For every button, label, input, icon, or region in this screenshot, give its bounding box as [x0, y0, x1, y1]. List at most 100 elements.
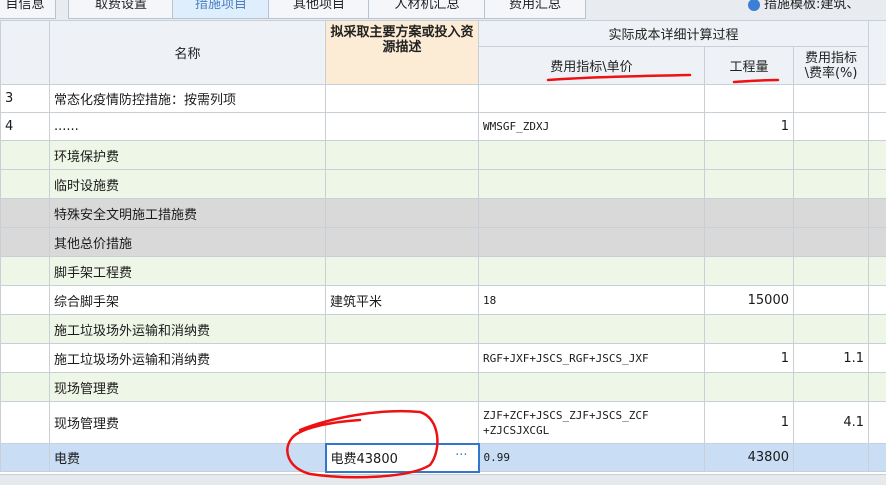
header-name[interactable]: 名称: [50, 21, 326, 85]
row-fee-rate[interactable]: [794, 315, 869, 344]
row-quantity[interactable]: [705, 257, 794, 286]
row-fee-rate[interactable]: [794, 170, 869, 199]
header-quantity[interactable]: 工程量: [705, 47, 794, 85]
row-fee-rate[interactable]: [794, 286, 869, 315]
table-row[interactable]: 施工垃圾场外运输和消纳费: [1, 315, 886, 344]
row-number: [1, 228, 50, 257]
row-fee-index[interactable]: 18: [479, 286, 705, 315]
row-quantity[interactable]: 1: [705, 402, 794, 444]
row-fee-index[interactable]: [479, 199, 705, 228]
horizontal-scrollbar[interactable]: [0, 474, 886, 485]
row-quantity[interactable]: 43800: [705, 444, 794, 472]
row-fee-rate[interactable]: [794, 228, 869, 257]
row-description[interactable]: 建筑平米: [326, 286, 479, 315]
table-row[interactable]: 现场管理费 ZJF+ZCF+JSCS_ZJF+JSCS_ZCF +ZJCSJXC…: [1, 402, 886, 444]
row-name[interactable]: 施工垃圾场外运输和消纳费: [50, 344, 326, 373]
row-filler: [869, 228, 886, 257]
row-name[interactable]: 环境保护费: [50, 141, 326, 170]
table-row[interactable]: 3 常态化疫情防控措施：按需列项: [1, 85, 886, 113]
row-description[interactable]: [326, 257, 479, 286]
header-plan-description[interactable]: 拟采取主要方案或投入资源描述: [326, 21, 479, 85]
tab-labor-material-summary[interactable]: 人材机汇总: [368, 0, 486, 19]
row-fee-index[interactable]: [479, 141, 705, 170]
row-quantity[interactable]: [705, 199, 794, 228]
row-fee-index[interactable]: WMSGF_ZDXJ: [479, 113, 705, 141]
row-number: [1, 286, 50, 315]
tab-fee-settings[interactable]: 取费设置: [68, 0, 174, 19]
row-name[interactable]: 综合脚手架: [50, 286, 326, 315]
template-radio-icon: [748, 0, 760, 11]
row-description[interactable]: [326, 85, 479, 113]
row-quantity[interactable]: [705, 315, 794, 344]
row-filler: [869, 85, 886, 113]
table-row[interactable]: 环境保护费: [1, 141, 886, 170]
tab-other-items[interactable]: 其他项目: [268, 0, 370, 19]
row-fee-rate[interactable]: 4.1: [794, 402, 869, 444]
row-fee-index[interactable]: [479, 228, 705, 257]
row-name[interactable]: 常态化疫情防控措施：按需列项: [50, 85, 326, 113]
row-fee-index[interactable]: ZJF+ZCF+JSCS_ZJF+JSCS_ZCF +ZJCSJXCGL: [479, 402, 705, 444]
row-fee-index[interactable]: RGF+JXF+JSCS_RGF+JSCS_JXF: [479, 344, 705, 373]
more-options-button[interactable]: ···: [455, 448, 467, 463]
table-row[interactable]: 综合脚手架 建筑平米 18 15000: [1, 286, 886, 315]
table-row[interactable]: 4 ...... WMSGF_ZDXJ 1: [1, 113, 886, 141]
row-description[interactable]: [326, 315, 479, 344]
row-description[interactable]: [326, 373, 479, 402]
table-row[interactable]: 临时设施费: [1, 170, 886, 199]
row-description-editing[interactable]: 电费43800 ···: [326, 444, 479, 472]
table-row[interactable]: 脚手架工程费: [1, 257, 886, 286]
row-name[interactable]: 现场管理费: [50, 402, 326, 444]
row-quantity[interactable]: [705, 170, 794, 199]
header-fee-index[interactable]: 费用指标\单价: [479, 47, 705, 85]
row-fee-index[interactable]: [479, 85, 705, 113]
row-fee-rate[interactable]: [794, 444, 869, 472]
tab-measures[interactable]: 措施项目: [172, 0, 270, 19]
row-description[interactable]: [326, 199, 479, 228]
row-name[interactable]: 现场管理费: [50, 373, 326, 402]
row-quantity[interactable]: 1: [705, 344, 794, 373]
row-name[interactable]: 其他总价措施: [50, 228, 326, 257]
row-description[interactable]: [326, 141, 479, 170]
table-row[interactable]: 其他总价措施: [1, 228, 886, 257]
row-quantity[interactable]: [705, 85, 794, 113]
header-fee-rate[interactable]: 费用指标\费率(%): [794, 47, 869, 85]
row-name[interactable]: 临时设施费: [50, 170, 326, 199]
measure-template-selector[interactable]: 措施模板:建筑、: [748, 0, 859, 18]
table-row-selected[interactable]: 电费 电费43800 ··· 0.99 43800: [1, 444, 886, 472]
row-fee-index[interactable]: [479, 373, 705, 402]
row-fee-index[interactable]: [479, 315, 705, 344]
row-quantity[interactable]: 15000: [705, 286, 794, 315]
row-fee-index[interactable]: [479, 170, 705, 199]
row-description[interactable]: [326, 228, 479, 257]
row-description[interactable]: [326, 402, 479, 444]
row-description[interactable]: [326, 170, 479, 199]
row-fee-rate[interactable]: [794, 373, 869, 402]
row-fee-index[interactable]: [479, 257, 705, 286]
row-fee-rate[interactable]: [794, 199, 869, 228]
row-name[interactable]: ......: [50, 113, 326, 141]
row-name[interactable]: 特殊安全文明施工措施费: [50, 199, 326, 228]
row-description[interactable]: [326, 113, 479, 141]
tab-project-info[interactable]: 目信息: [0, 0, 56, 19]
row-name[interactable]: 脚手架工程费: [50, 257, 326, 286]
row-name[interactable]: 电费: [50, 444, 326, 472]
row-fee-rate[interactable]: 1.1: [794, 344, 869, 373]
row-quantity[interactable]: 1: [705, 113, 794, 141]
row-name[interactable]: 施工垃圾场外运输和消纳费: [50, 315, 326, 344]
row-fee-rate[interactable]: [794, 113, 869, 141]
row-fee-rate[interactable]: [794, 85, 869, 113]
row-description[interactable]: [326, 344, 479, 373]
table-row[interactable]: 施工垃圾场外运输和消纳费 RGF+JXF+JSCS_RGF+JSCS_JXF 1…: [1, 344, 886, 373]
row-number: [1, 402, 50, 444]
row-description-value[interactable]: 电费43800: [331, 452, 398, 467]
tab-cost-summary[interactable]: 费用汇总: [484, 0, 586, 19]
row-quantity[interactable]: [705, 228, 794, 257]
table-row[interactable]: 特殊安全文明施工措施费: [1, 199, 886, 228]
row-quantity[interactable]: [705, 373, 794, 402]
row-fee-rate[interactable]: [794, 141, 869, 170]
table-row[interactable]: 现场管理费: [1, 373, 886, 402]
row-quantity[interactable]: [705, 141, 794, 170]
row-fee-rate[interactable]: [794, 257, 869, 286]
row-filler: [869, 286, 886, 315]
row-fee-index[interactable]: 0.99: [479, 444, 705, 472]
